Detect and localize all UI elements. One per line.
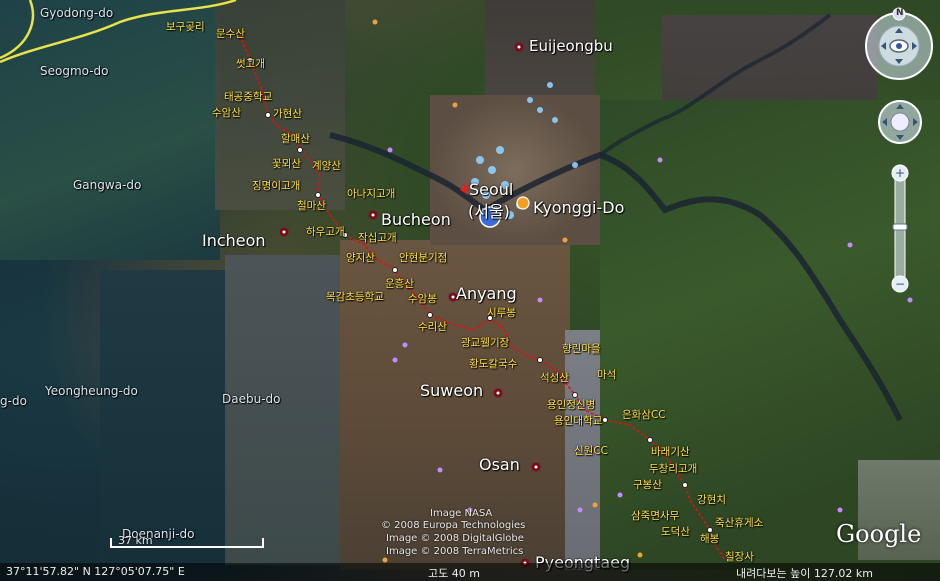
route-label: 은화삼CC <box>622 409 666 421</box>
north-indicator[interactable]: N <box>896 8 904 18</box>
route-label: 수암봉 <box>408 293 437 305</box>
google-logo: Google <box>836 520 922 548</box>
route-label: 석성산 <box>540 372 569 384</box>
label-anyang: Anyang <box>456 284 517 303</box>
zoom-slider[interactable]: + − <box>889 162 911 296</box>
label-euijeongbu: Euijeongbu <box>529 37 613 55</box>
map-view[interactable]: Gyodong-do Seogmo-do Gangwa-do Yeongheun… <box>0 0 940 581</box>
label-gyodong-do: Gyodong-do <box>40 6 114 20</box>
route-label: 수암산 <box>212 107 241 119</box>
label-osan: Osan <box>479 455 520 474</box>
route-label: 해봉 <box>700 533 720 545</box>
route-label: 수리산 <box>418 321 447 333</box>
label-yeongheung-do: Yeongheung-do <box>45 384 138 398</box>
route-label: 작십고개 <box>358 232 397 244</box>
label-seoul-hangul: (서울) <box>468 202 510 221</box>
route-label: 신원CC <box>574 445 608 457</box>
route-label: 칠장사 <box>725 551 754 563</box>
route-label: 양지산 <box>346 252 375 264</box>
route-label: 징명이고개 <box>252 180 301 192</box>
route-label: 목감초등학교 <box>326 291 384 303</box>
route-label: 썻고개 <box>236 58 265 70</box>
label-suweon: Suweon <box>420 381 484 400</box>
svg-text:+: + <box>895 166 905 180</box>
route-label: 가현산 <box>273 108 302 120</box>
zoom-thumb[interactable] <box>892 223 908 231</box>
route-label: 구봉산 <box>633 479 662 491</box>
border-line <box>0 0 35 60</box>
eye-pupil-icon <box>896 43 902 49</box>
route-label: 시루봉 <box>487 307 516 319</box>
copyright-line: Image © 2008 DigitalGlobe <box>386 533 524 544</box>
route-label: 황도칼국수 <box>469 358 518 370</box>
route-label: 문수산 <box>216 28 245 40</box>
route-label: 향린마을 <box>562 343 601 355</box>
hand-icon <box>890 112 910 132</box>
move-control[interactable] <box>876 98 924 146</box>
copyright-line: © 2008 Europa Technologies <box>381 520 526 531</box>
route-label: 안현분기점 <box>399 252 448 264</box>
route-label: 광교웰기장 <box>461 337 510 349</box>
status-bar: 37°11'57.82" N 127°05'07.75" E 고도 40 m 내… <box>0 563 940 581</box>
route-label: 두창리고개 <box>649 463 698 475</box>
route-label: 하우고개 <box>306 226 345 238</box>
svg-text:−: − <box>895 277 905 291</box>
poi-dots <box>387 147 913 513</box>
route-label: 계양산 <box>312 160 341 172</box>
route-label: 용인대학교 <box>554 415 603 427</box>
route-label: 용인정신병 <box>547 399 596 411</box>
label-daebu-do: Daebu-do <box>222 392 281 406</box>
copyright-line: Image © 2008 TerraMetrics <box>386 546 524 557</box>
scale-label: 37 km <box>118 534 153 547</box>
route-label: 보구곶리 <box>166 21 205 33</box>
route-label: 도덕산 <box>661 526 690 538</box>
label-seoul: Seoul <box>469 180 514 199</box>
label-gangwa-do: Gangwa-do <box>73 178 142 192</box>
route-label: 바래기산 <box>651 446 690 458</box>
route-label: 운흥산 <box>385 278 414 290</box>
label-g-do: g-do <box>0 394 27 408</box>
label-kyonggi-do: Kyonggi-Do <box>533 198 625 217</box>
elevation-readout: 고도 40 m <box>428 567 480 580</box>
kyonggi-marker <box>516 196 530 210</box>
label-bucheon: Bucheon <box>381 210 451 229</box>
route-label: 죽산휴게소 <box>715 517 764 529</box>
label-incheon: Incheon <box>202 231 266 250</box>
river-branch <box>598 13 832 157</box>
route-label: 아나지고개 <box>347 188 396 200</box>
route-label: 강현치 <box>697 494 726 506</box>
route-label: 꽃뫼산 <box>272 158 301 170</box>
altitude-readout: 내려다보는 높이 127.02 km <box>736 567 873 580</box>
route-label: 마석 <box>597 369 617 381</box>
coordinates-readout: 37°11'57.82" N 127°05'07.75" E <box>6 565 185 578</box>
label-seogmo-do: Seogmo-do <box>40 64 109 78</box>
route-label: 할매산 <box>281 133 310 145</box>
route-label: 삼죽면사무 <box>631 510 680 522</box>
route-label: 철마산 <box>297 200 326 212</box>
copyright-line: Image NASA <box>430 508 493 519</box>
route-label: 태공중학교 <box>224 91 273 103</box>
